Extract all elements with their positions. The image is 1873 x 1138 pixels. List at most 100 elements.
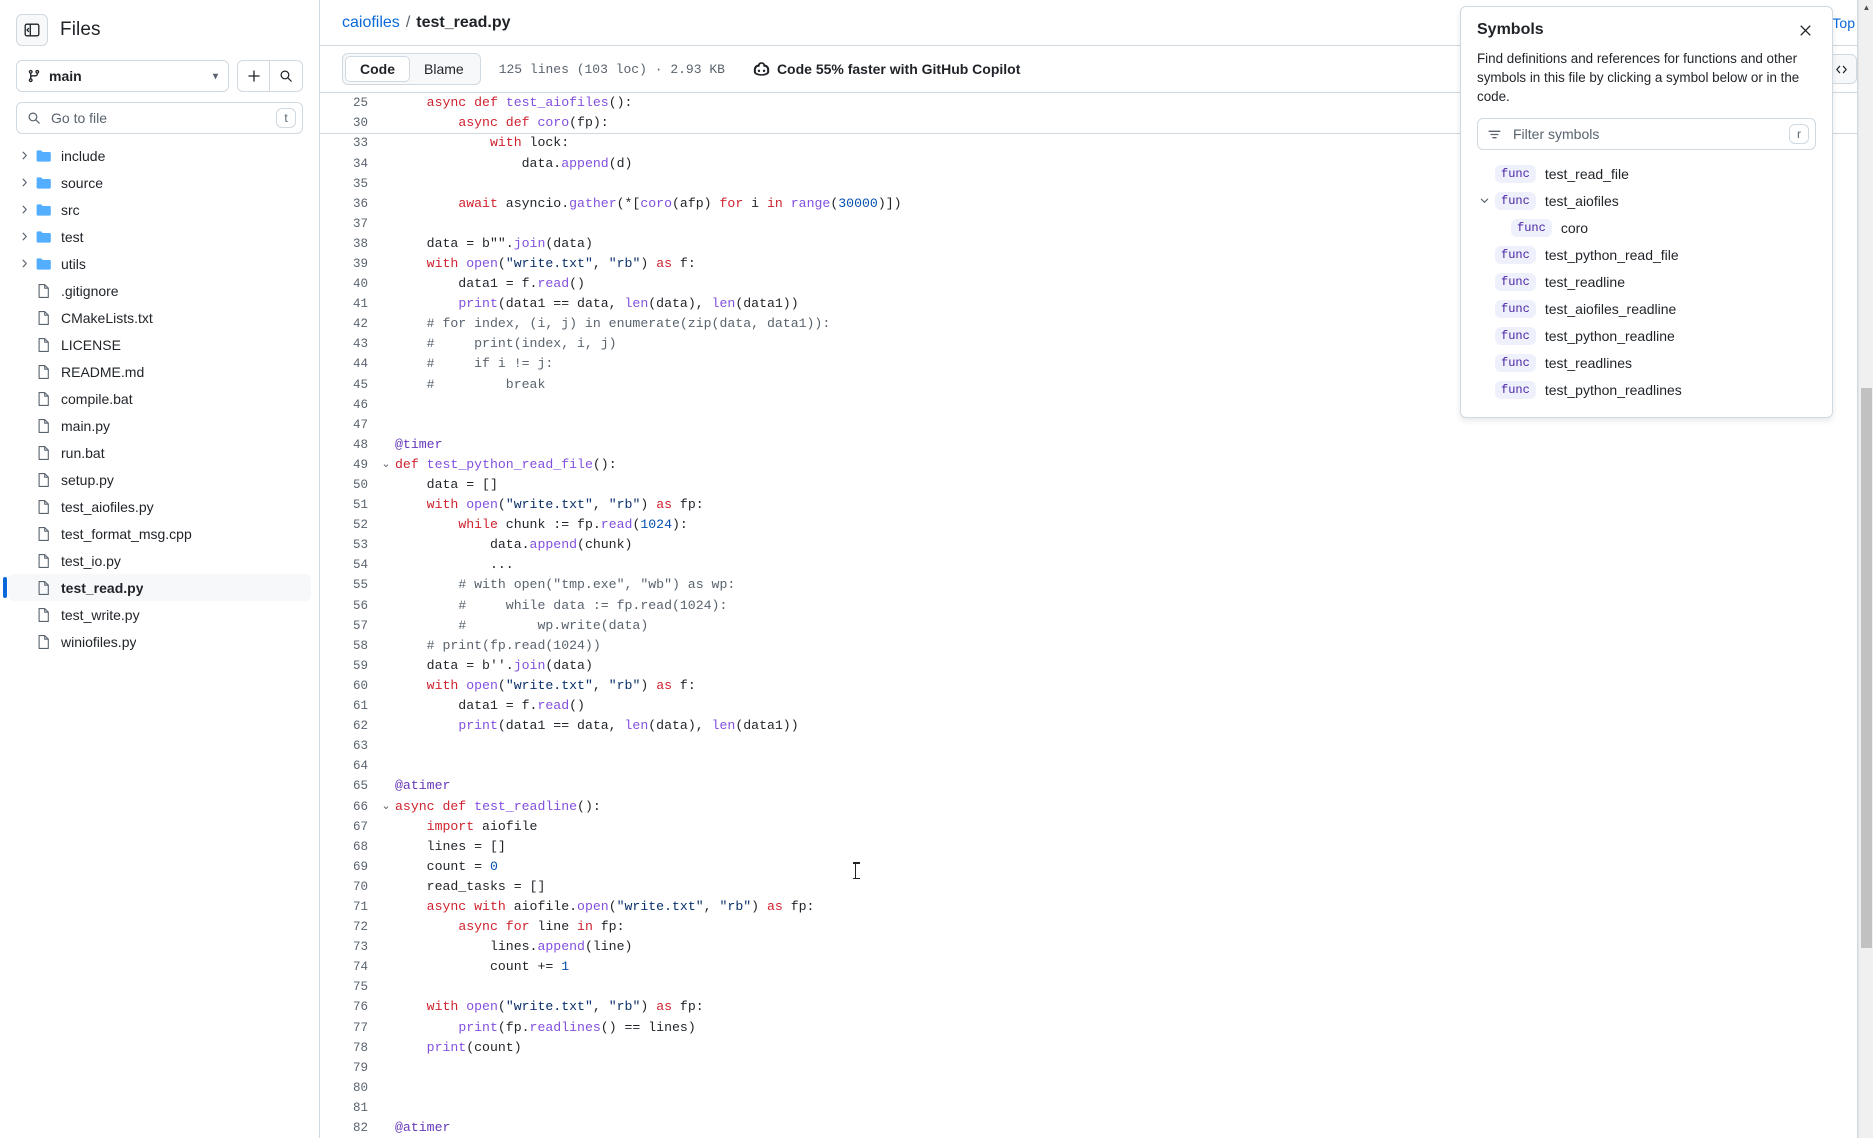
fold-toggle-icon[interactable] — [377, 274, 395, 294]
fold-toggle-icon[interactable] — [377, 174, 395, 194]
code-line[interactable]: 65 @atimer — [320, 776, 1873, 796]
code-line[interactable]: 59 data = b''.join(data) — [320, 656, 1873, 676]
copilot-promo[interactable]: Code 55% faster with GitHub Copilot — [753, 61, 1020, 78]
line-number[interactable]: 69 — [320, 857, 377, 877]
line-number[interactable]: 60 — [320, 676, 377, 696]
line-number[interactable]: 51 — [320, 495, 377, 515]
tree-folder-test[interactable]: test — [8, 223, 311, 250]
line-number[interactable]: 77 — [320, 1018, 377, 1038]
code-line[interactable]: 49 ⌄ def test_python_read_file(): — [320, 455, 1873, 475]
tree-file-compile.bat[interactable]: compile.bat — [8, 385, 311, 412]
fold-toggle-icon[interactable] — [377, 937, 395, 957]
code-line[interactable]: 51 with open("write.txt", "rb") as fp: — [320, 495, 1873, 515]
line-number[interactable]: 34 — [320, 154, 377, 174]
line-number[interactable]: 44 — [320, 354, 377, 374]
code-line[interactable]: 78 print(count) — [320, 1038, 1873, 1058]
line-number[interactable]: 61 — [320, 696, 377, 716]
code-line[interactable]: 57 # wp.write(data) — [320, 616, 1873, 636]
code-line[interactable]: 66 ⌄ async def test_readline(): — [320, 797, 1873, 817]
tree-folder-include[interactable]: include — [8, 142, 311, 169]
fold-toggle-icon[interactable] — [377, 254, 395, 274]
fold-toggle-icon[interactable] — [377, 817, 395, 837]
fold-toggle-icon[interactable] — [377, 1098, 395, 1118]
code-line[interactable]: 68 lines = [] — [320, 837, 1873, 857]
line-number[interactable]: 30 — [320, 113, 377, 133]
symbol-item-test_aiofiles_readline[interactable]: func test_aiofiles_readline — [1477, 295, 1816, 322]
code-line[interactable]: 76 with open("write.txt", "rb") as fp: — [320, 997, 1873, 1017]
code-line[interactable]: 48 @timer — [320, 435, 1873, 455]
scrollbar-up-arrow[interactable]: ▲ — [1859, 0, 1873, 15]
line-number[interactable]: 71 — [320, 897, 377, 917]
tab-blame[interactable]: Blame — [410, 56, 478, 82]
scrollbar-thumb[interactable] — [1861, 388, 1872, 948]
fold-toggle-icon[interactable] — [377, 575, 395, 595]
code-line[interactable]: 55 # with open("tmp.exe", "wb") as wp: — [320, 575, 1873, 595]
code-line[interactable]: 74 count += 1 — [320, 957, 1873, 977]
branch-selector[interactable]: main ▾ — [16, 60, 229, 92]
fold-toggle-icon[interactable] — [377, 1038, 395, 1058]
fold-toggle-icon[interactable] — [377, 716, 395, 736]
fold-toggle-icon[interactable] — [377, 375, 395, 395]
fold-toggle-icon[interactable] — [377, 656, 395, 676]
window-scrollbar[interactable]: ▲ — [1858, 0, 1873, 1138]
line-number[interactable]: 47 — [320, 415, 377, 435]
symbol-item-test_python_read_file[interactable]: func test_python_read_file — [1477, 241, 1816, 268]
chevron-right-icon[interactable] — [16, 229, 32, 245]
fold-toggle-icon[interactable] — [377, 696, 395, 716]
fold-toggle-icon[interactable] — [377, 133, 395, 153]
fold-toggle-icon[interactable] — [377, 977, 395, 997]
search-input[interactable] — [49, 109, 268, 127]
fold-toggle-icon[interactable] — [377, 857, 395, 877]
tree-file-.gitignore[interactable]: .gitignore — [8, 277, 311, 304]
tree-file-test_io.py[interactable]: test_io.py — [8, 547, 311, 574]
line-number[interactable]: 42 — [320, 314, 377, 334]
code-line[interactable]: 75 — [320, 977, 1873, 997]
symbol-item-test_aiofiles[interactable]: func test_aiofiles — [1477, 187, 1816, 214]
line-number[interactable]: 67 — [320, 817, 377, 837]
line-number[interactable]: 74 — [320, 957, 377, 977]
add-file-button[interactable] — [237, 60, 270, 92]
fold-toggle-icon[interactable] — [377, 93, 395, 113]
code-line[interactable]: 64 — [320, 756, 1873, 776]
tree-file-CMakeLists.txt[interactable]: CMakeLists.txt — [8, 304, 311, 331]
line-number[interactable]: 80 — [320, 1078, 377, 1098]
line-number[interactable]: 62 — [320, 716, 377, 736]
tree-file-test_aiofiles.py[interactable]: test_aiofiles.py — [8, 493, 311, 520]
tree-file-test_read.py[interactable]: test_read.py — [3, 574, 311, 601]
code-line[interactable]: 79 — [320, 1058, 1873, 1078]
symbol-item-test_readline[interactable]: func test_readline — [1477, 268, 1816, 295]
tree-file-test_write.py[interactable]: test_write.py — [8, 601, 311, 628]
line-number[interactable]: 65 — [320, 776, 377, 796]
line-number[interactable]: 73 — [320, 937, 377, 957]
code-line[interactable]: 54 ... — [320, 555, 1873, 575]
fold-toggle-icon[interactable] — [377, 917, 395, 937]
line-number[interactable]: 53 — [320, 535, 377, 555]
fold-toggle-icon[interactable] — [377, 214, 395, 234]
tree-file-test_format_msg.cpp[interactable]: test_format_msg.cpp — [8, 520, 311, 547]
line-number[interactable]: 50 — [320, 475, 377, 495]
chevron-right-icon[interactable] — [16, 256, 32, 272]
fold-toggle-icon[interactable] — [377, 154, 395, 174]
line-number[interactable]: 48 — [320, 435, 377, 455]
line-number[interactable]: 35 — [320, 174, 377, 194]
code-line[interactable]: 52 while chunk := fp.read(1024): — [320, 515, 1873, 535]
code-line[interactable]: 72 async for line in fp: — [320, 917, 1873, 937]
line-number[interactable]: 79 — [320, 1058, 377, 1078]
code-line[interactable]: 53 data.append(chunk) — [320, 535, 1873, 555]
fold-toggle-icon[interactable] — [377, 616, 395, 636]
fold-toggle-icon[interactable] — [377, 1058, 395, 1078]
symbol-item-test_python_readline[interactable]: func test_python_readline — [1477, 322, 1816, 349]
line-number[interactable]: 52 — [320, 515, 377, 535]
line-number[interactable]: 39 — [320, 254, 377, 274]
fold-toggle-icon[interactable] — [377, 113, 395, 133]
tree-file-main.py[interactable]: main.py — [8, 412, 311, 439]
line-number[interactable]: 66 — [320, 797, 377, 817]
code-line[interactable]: 73 lines.append(line) — [320, 937, 1873, 957]
code-line[interactable]: 69 count = 0 — [320, 857, 1873, 877]
chevron-down-icon[interactable] — [1479, 195, 1495, 206]
tree-file-run.bat[interactable]: run.bat — [8, 439, 311, 466]
line-number[interactable]: 76 — [320, 997, 377, 1017]
fold-toggle-icon[interactable] — [377, 334, 395, 354]
line-number[interactable]: 75 — [320, 977, 377, 997]
fold-toggle-icon[interactable] — [377, 997, 395, 1017]
